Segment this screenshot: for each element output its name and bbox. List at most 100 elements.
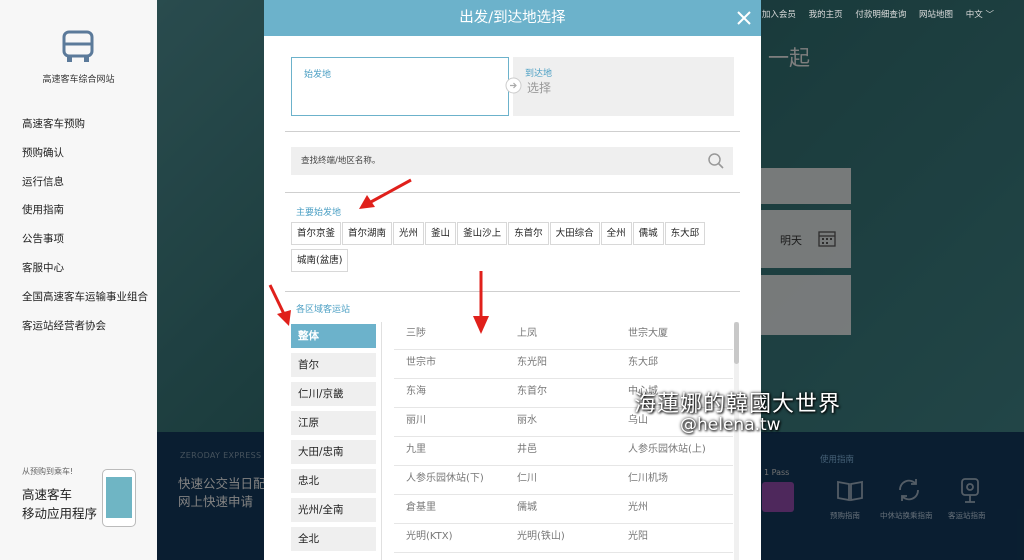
station-item[interactable]: 仁川机场 xyxy=(628,466,668,492)
table-row: 人参乐园休站(下) 仁川 仁川机场 xyxy=(394,466,733,495)
modal-header: 出发/到达地选择 xyxy=(264,0,761,36)
app-promo-title-line2: 移动应用程序 xyxy=(22,506,98,521)
departure-field[interactable]: 始发地 xyxy=(291,57,509,116)
terminal-tag[interactable]: 东大邱 xyxy=(664,222,706,245)
divider xyxy=(381,322,382,560)
divider xyxy=(285,131,740,132)
terminal-tag[interactable]: 大田综合 xyxy=(549,222,600,245)
nav-item-reservation[interactable]: 高速客车预购 xyxy=(22,116,148,145)
modal-title: 出发/到达地选择 xyxy=(459,10,566,26)
arrow-right-icon xyxy=(505,77,522,94)
topnav-language[interactable]: 中文 ﹀ xyxy=(966,10,994,20)
terminal-tag[interactable]: 儒城 xyxy=(632,222,664,245)
region-terminals-title: 各区域客运站 xyxy=(296,305,351,315)
annotation-arrow-icon xyxy=(268,284,291,326)
station-item[interactable]: 丽川 xyxy=(406,408,426,434)
topnav-join[interactable]: 加入会员 xyxy=(762,10,796,20)
nav-item-operation-info[interactable]: 运行信息 xyxy=(22,174,148,203)
search-box xyxy=(291,147,733,175)
divider xyxy=(285,291,740,292)
app-promo-title-line1: 高速客车 xyxy=(22,487,73,502)
bus-logo-icon[interactable] xyxy=(58,30,98,64)
station-item[interactable]: 人参乐园休站(下) xyxy=(406,466,484,492)
station-item[interactable]: 光阳 xyxy=(628,524,648,550)
nav-item-association[interactable]: 客运站经营者协会 xyxy=(22,318,148,347)
terminal-tag[interactable]: 首尔湖南 xyxy=(342,222,393,245)
terminal-tag[interactable]: 首尔京釜 xyxy=(291,222,342,245)
station-item[interactable]: 三陟 xyxy=(406,321,426,347)
phone-image xyxy=(102,469,136,527)
location-picker-modal: 出发/到达地选择 始发地 到达地 选择 主要始发地 首尔京釜首尔湖南光州釜山釜山… xyxy=(264,0,761,560)
station-item[interactable]: 上凤 xyxy=(517,321,537,347)
station-item[interactable]: 九里 xyxy=(406,437,426,463)
scroll-thumb[interactable] xyxy=(734,322,739,364)
region-list: 整体 首尔 仁川/京畿 江原 大田/忠南 忠北 光州/全南 全北 xyxy=(291,324,376,556)
terminal-tag[interactable]: 光州 xyxy=(393,222,425,245)
arrival-value: 选择 xyxy=(527,81,552,95)
terminal-tag[interactable]: 釜山沙上 xyxy=(457,222,508,245)
nav-item-customer-center[interactable]: 客服中心 xyxy=(22,260,148,289)
arrival-field[interactable]: 到达地 选择 xyxy=(513,57,734,116)
region-item-jeonbuk[interactable]: 全北 xyxy=(291,527,376,551)
nav-item-union[interactable]: 全国高速客车运输事业组合 xyxy=(22,289,148,318)
table-row: 光明(KTX) 光明(铁山) 光阳 xyxy=(394,524,733,553)
search-icon[interactable] xyxy=(707,152,725,170)
region-item-chungbuk[interactable]: 忠北 xyxy=(291,469,376,493)
sidebar: 高速客车综合网站 高速客车预购 预购确认 运行信息 使用指南 公告事项 客服中心… xyxy=(0,0,157,560)
nav-item-confirm[interactable]: 预购确认 xyxy=(22,145,148,174)
station-item[interactable]: 丽水 xyxy=(517,408,537,434)
annotation-arrow-icon xyxy=(473,271,489,334)
region-item-daejeon[interactable]: 大田/忠南 xyxy=(291,440,376,464)
station-list: 三陟 上凤 世宗大厦 世宗市 东光阳 东大邱 东海 东首尔 中心城 丽川 丽水 … xyxy=(394,321,733,553)
main-terminals: 首尔京釜 首尔湖南 光州 釜山 釜山沙上 东首尔 大田综合 全州 儒城 东大邱城南(盆唐) xyxy=(291,222,741,276)
topnav-sitemap[interactable]: 网站地图 xyxy=(919,10,953,20)
nav-item-notice[interactable]: 公告事项 xyxy=(22,231,148,260)
watermark-line2: @helena.tw xyxy=(680,415,781,435)
region-item-incheon[interactable]: 仁川/京畿 xyxy=(291,382,376,406)
topnav-payment[interactable]: 付款明细查询 xyxy=(855,10,906,20)
table-row: 九里 井邑 人参乐园休站(上) xyxy=(394,437,733,466)
station-item[interactable]: 东大邱 xyxy=(628,350,658,376)
station-item[interactable]: 世宗大厦 xyxy=(628,321,668,347)
station-item[interactable]: 倉基里 xyxy=(406,495,436,521)
main-terminals-title: 主要始发地 xyxy=(296,208,342,218)
terminal-tag[interactable]: 釜山 xyxy=(425,222,457,245)
station-item[interactable]: 东首尔 xyxy=(517,379,547,405)
divider xyxy=(285,192,740,193)
terminal-tag[interactable]: 东首尔 xyxy=(508,222,549,245)
watermark-line1: 海蓮娜的韓國大世界 xyxy=(634,392,842,417)
top-nav: 加入会员 我的主页 付款明细查询 网站地图 中文 ﹀ xyxy=(752,8,994,20)
departure-label: 始发地 xyxy=(304,70,332,80)
nav-item-guide[interactable]: 使用指南 xyxy=(22,202,148,231)
terminal-tag[interactable]: 全州 xyxy=(600,222,632,245)
station-item[interactable]: 光州 xyxy=(628,495,648,521)
terminal-tag[interactable]: 城南(盆唐) xyxy=(291,249,349,272)
app-promo-title: 高速客车 移动应用程序 xyxy=(22,485,97,523)
search-input[interactable] xyxy=(299,152,699,170)
sidebar-nav: 高速客车预购 预购确认 运行信息 使用指南 公告事项 客服中心 全国高速客车运输… xyxy=(22,116,148,346)
station-item[interactable]: 仁川 xyxy=(517,466,537,492)
region-item-gwangju[interactable]: 光州/全南 xyxy=(291,498,376,522)
station-item[interactable]: 光明(KTX) xyxy=(406,524,453,550)
table-row: 倉基里 儒城 光州 xyxy=(394,495,733,524)
station-item[interactable]: 世宗市 xyxy=(406,350,436,376)
region-item-seoul[interactable]: 首尔 xyxy=(291,353,376,377)
topnav-language-label: 中文 xyxy=(965,10,983,20)
station-item[interactable]: 儒城 xyxy=(517,495,537,521)
table-row: 三陟 上凤 世宗大厦 xyxy=(394,321,733,350)
region-item-all[interactable]: 整体 xyxy=(291,324,376,348)
chevron-down-icon: ﹀ xyxy=(985,10,994,20)
mobile-app-promo[interactable]: 从预购到乘车! 高速客车 移动应用程序 xyxy=(0,455,157,560)
annotation-arrow-icon xyxy=(359,178,412,209)
close-icon[interactable] xyxy=(735,9,753,27)
station-item[interactable]: 井邑 xyxy=(517,437,537,463)
site-name[interactable]: 高速客车综合网站 xyxy=(0,72,157,85)
topnav-mypage[interactable]: 我的主页 xyxy=(809,10,843,20)
region-item-gangwon[interactable]: 江原 xyxy=(291,411,376,435)
station-item[interactable]: 东光阳 xyxy=(517,350,547,376)
table-row: 世宗市 东光阳 东大邱 xyxy=(394,350,733,379)
station-item[interactable]: 光明(铁山) xyxy=(517,524,565,550)
station-item[interactable]: 东海 xyxy=(406,379,426,405)
station-scrollbar[interactable] xyxy=(734,322,739,560)
station-item[interactable]: 人参乐园休站(上) xyxy=(628,437,706,463)
